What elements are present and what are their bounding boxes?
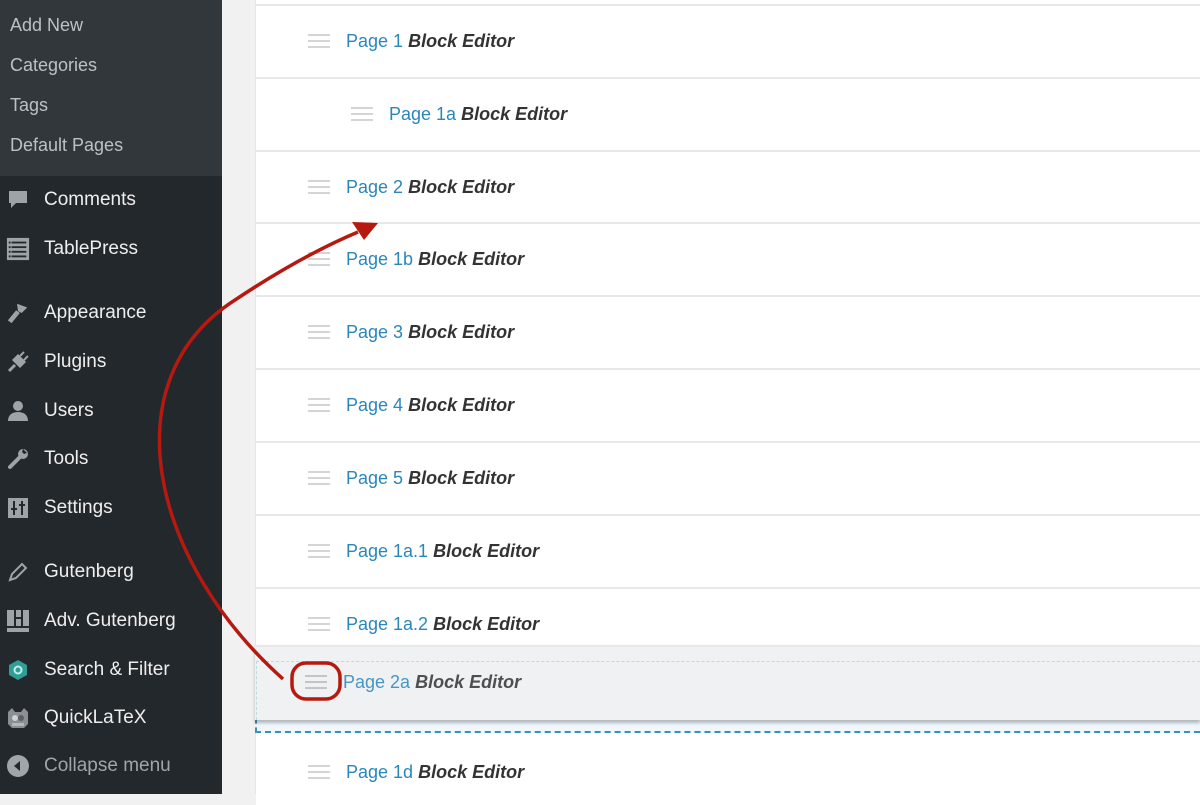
- drag-handle-icon[interactable]: [308, 34, 330, 48]
- submenu-add-new[interactable]: Add New: [10, 14, 83, 36]
- menu-adv-gutenberg[interactable]: Adv. Gutenberg: [0, 601, 222, 641]
- menu-label: Comments: [44, 189, 136, 210]
- menu-plugins[interactable]: Plugins: [0, 342, 222, 382]
- list-item[interactable]: Page 1d Block Editor: [256, 733, 1200, 805]
- page-title[interactable]: Page 1a.2 Block Editor: [346, 614, 539, 635]
- menu-quicklatex[interactable]: QuickLaTeX: [0, 698, 222, 738]
- list-item[interactable]: Page 1 Block Editor: [256, 4, 1200, 78]
- list-item[interactable]: Page 5 Block Editor: [256, 441, 1200, 515]
- collapse-menu-button[interactable]: Collapse menu: [0, 746, 222, 786]
- comment-bubble-icon: [6, 188, 30, 212]
- list-item[interactable]: Page 1b Block Editor: [256, 222, 1200, 296]
- menu-gutenberg[interactable]: Gutenberg: [0, 552, 222, 592]
- drag-handle-icon[interactable]: [308, 765, 330, 779]
- editor-label: Block Editor: [461, 104, 568, 124]
- editor-label: Block Editor: [415, 672, 522, 692]
- collapse-menu-label: Collapse menu: [44, 755, 171, 776]
- drag-handle-icon[interactable]: [308, 180, 330, 194]
- page-title[interactable]: Page 1d Block Editor: [346, 762, 524, 783]
- submenu-tags[interactable]: Tags: [10, 94, 48, 116]
- menu-users[interactable]: Users: [0, 391, 222, 431]
- editor-label: Block Editor: [408, 322, 515, 342]
- menu-label: Plugins: [44, 351, 107, 372]
- menu-label: Tools: [44, 448, 89, 469]
- page-name-link[interactable]: Page 1a.2: [346, 614, 428, 634]
- content-gutter: [222, 0, 255, 794]
- editor-label: Block Editor: [408, 177, 515, 197]
- user-icon: [6, 399, 30, 423]
- page-name-link[interactable]: Page 5: [346, 468, 403, 488]
- menu-tablepress[interactable]: TablePress: [0, 229, 222, 269]
- page-title[interactable]: Page 2a Block Editor: [343, 672, 521, 693]
- page-name-link[interactable]: Page 2a: [343, 672, 410, 692]
- drag-handle-icon[interactable]: [308, 325, 330, 339]
- layout-blocks-icon: [6, 609, 30, 633]
- editor-label: Block Editor: [418, 249, 525, 269]
- drag-handle-icon[interactable]: [308, 471, 330, 485]
- editor-label: Block Editor: [433, 541, 540, 561]
- page-name-link[interactable]: Page 1d: [346, 762, 413, 782]
- submenu-categories[interactable]: Categories: [10, 54, 97, 76]
- hexagon-ring-icon: [6, 658, 30, 682]
- menu-label: Users: [44, 400, 94, 421]
- menu-search-filter[interactable]: Search & Filter: [0, 650, 222, 690]
- menu-label: Search & Filter: [44, 659, 170, 680]
- page-name-link[interactable]: Page 2: [346, 177, 403, 197]
- submenu-default-pages[interactable]: Default Pages: [10, 134, 123, 156]
- pages-submenu: Add New Categories Tags Default Pages: [0, 0, 222, 176]
- pencil-icon: [6, 560, 30, 584]
- menu-label: Settings: [44, 497, 113, 518]
- drag-handle-icon[interactable]: [308, 252, 330, 266]
- page-name-link[interactable]: Page 1a.1: [346, 541, 428, 561]
- page-name-link[interactable]: Page 1a: [389, 104, 456, 124]
- editor-label: Block Editor: [408, 395, 515, 415]
- menu-tools[interactable]: Tools: [0, 439, 222, 479]
- drag-handle-icon[interactable]: [305, 675, 327, 689]
- plug-icon: [6, 350, 30, 374]
- list-item[interactable]: Page 1a.1 Block Editor: [256, 514, 1200, 588]
- list-item[interactable]: Page 1a Block Editor: [256, 77, 1200, 151]
- admin-sidebar: Add New Categories Tags Default Pages Co…: [0, 0, 222, 794]
- menu-settings[interactable]: Settings: [0, 488, 222, 528]
- editor-label: Block Editor: [433, 614, 540, 634]
- editor-label: Block Editor: [418, 762, 525, 782]
- menu-appearance[interactable]: Appearance: [0, 293, 222, 333]
- page-name-link[interactable]: Page 3: [346, 322, 403, 342]
- dragging-list-item[interactable]: Page 2a Block Editor: [255, 645, 1200, 720]
- page-title[interactable]: Page 1a.1 Block Editor: [346, 541, 539, 562]
- sliders-icon: [6, 496, 30, 520]
- page-name-link[interactable]: Page 1: [346, 31, 403, 51]
- drag-handle-icon[interactable]: [351, 107, 373, 121]
- menu-label: Adv. Gutenberg: [44, 610, 176, 631]
- page-title[interactable]: Page 1 Block Editor: [346, 31, 514, 52]
- list-item[interactable]: Page 2 Block Editor: [256, 150, 1200, 224]
- quicklatex-logo-icon: [6, 706, 30, 730]
- menu-comments[interactable]: Comments: [0, 180, 222, 220]
- collapse-arrow-icon: [6, 754, 30, 778]
- menu-label: TablePress: [44, 238, 138, 259]
- editor-label: Block Editor: [408, 31, 515, 51]
- wrench-icon: [6, 447, 30, 471]
- table-icon: [6, 237, 30, 261]
- editor-label: Block Editor: [408, 468, 515, 488]
- menu-label: Gutenberg: [44, 561, 134, 582]
- paintbrush-icon: [6, 301, 30, 325]
- page-title[interactable]: Page 2 Block Editor: [346, 177, 514, 198]
- list-item[interactable]: Page 4 Block Editor: [256, 368, 1200, 442]
- drag-handle-icon[interactable]: [308, 617, 330, 631]
- page-title[interactable]: Page 5 Block Editor: [346, 468, 514, 489]
- drop-placeholder: [255, 718, 1200, 733]
- drag-handle-icon[interactable]: [308, 544, 330, 558]
- page-title[interactable]: Page 1b Block Editor: [346, 249, 524, 270]
- page-name-link[interactable]: Page 1b: [346, 249, 413, 269]
- page-title[interactable]: Page 4 Block Editor: [346, 395, 514, 416]
- menu-label: Appearance: [44, 302, 147, 323]
- page-title[interactable]: Page 3 Block Editor: [346, 322, 514, 343]
- page-name-link[interactable]: Page 4: [346, 395, 403, 415]
- menu-label: QuickLaTeX: [44, 707, 147, 728]
- page-title[interactable]: Page 1a Block Editor: [389, 104, 567, 125]
- drag-handle-icon[interactable]: [308, 398, 330, 412]
- list-item[interactable]: Page 3 Block Editor: [256, 295, 1200, 369]
